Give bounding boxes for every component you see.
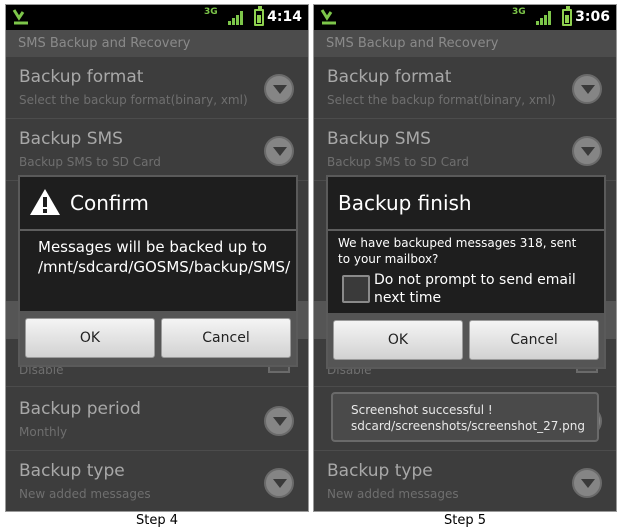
pref-backup-type[interactable]: Backup type New added messages — [6, 451, 308, 511]
pref-summary: New added messages — [19, 487, 151, 501]
pref-summary: New added messages — [327, 487, 459, 501]
pref-backup-format[interactable]: Backup format Select the backup format(b… — [6, 57, 308, 119]
pref-summary: Backup SMS to SD Card — [327, 155, 469, 169]
step-label: Step 5 — [443, 513, 486, 528]
pref-summary: Select the backup format(binary, xml) — [19, 93, 248, 107]
dialog-button-bar: OK Cancel — [20, 311, 296, 365]
app-title: SMS Backup and Recovery — [314, 30, 616, 57]
dialog-message: We have backuped messages 318, sent to y… — [338, 236, 577, 266]
ok-button[interactable]: OK — [333, 320, 463, 360]
chevron-down-icon[interactable] — [264, 406, 294, 436]
chevron-down-icon[interactable] — [572, 74, 602, 104]
battery-icon — [562, 6, 572, 26]
signal-icon — [536, 11, 551, 25]
toast-line-1: Screenshot successful ! — [351, 403, 493, 417]
network-type-label: 3G — [512, 7, 526, 17]
clock: 4:14 — [267, 9, 302, 25]
cancel-button[interactable]: Cancel — [469, 320, 599, 360]
dialog-message: Messages will be backed up to /mnt/sdcar… — [38, 238, 291, 276]
pref-title: Backup SMS — [327, 129, 431, 149]
pref-title: Backup SMS — [19, 129, 123, 149]
app-logo-icon — [320, 9, 336, 25]
pref-backup-format[interactable]: Backup format Select the backup format(b… — [314, 57, 616, 119]
dialog-button-bar: OK Cancel — [328, 313, 604, 367]
pref-summary: Backup SMS to SD Card — [19, 155, 161, 169]
status-bar: 3G 3:06 — [314, 5, 616, 30]
pref-backup-sms[interactable]: Backup SMS Backup SMS to SD Card — [314, 119, 616, 181]
backup-finish-dialog: Backup finish We have backuped messages … — [326, 175, 606, 369]
step-label: Step 4 — [135, 513, 178, 528]
chevron-down-icon[interactable] — [572, 468, 602, 498]
pref-summary: Monthly — [19, 425, 68, 439]
cancel-button[interactable]: Cancel — [161, 318, 291, 358]
network-type-label: 3G — [204, 7, 218, 17]
pref-title: Backup type — [19, 461, 125, 481]
chevron-down-icon[interactable] — [572, 136, 602, 166]
pref-backup-period[interactable]: Backup period Monthly — [6, 389, 308, 451]
pref-title: Backup format — [19, 67, 144, 87]
pref-title: Backup type — [327, 461, 433, 481]
checkbox-label: Do not prompt to send email next time — [374, 272, 576, 306]
pref-summary: Select the backup format(binary, xml) — [327, 93, 556, 107]
dialog-header: Confirm — [20, 177, 296, 231]
dialog-title: Confirm — [70, 191, 149, 215]
pref-backup-type[interactable]: Backup type New added messages — [314, 451, 616, 511]
clock: 3:06 — [575, 9, 610, 25]
phone-screen-step-4: 3G 4:14 SMS Backup and Recovery Backup f… — [5, 4, 309, 512]
ok-button[interactable]: OK — [25, 318, 155, 358]
pref-title: Backup period — [19, 399, 141, 419]
status-bar: 3G 4:14 — [6, 5, 308, 30]
do-not-prompt-checkbox[interactable] — [342, 275, 370, 303]
toast-line-2: sdcard/screenshots/screenshot_27.png — [351, 419, 586, 433]
dialog-title: Backup finish — [338, 191, 472, 215]
pref-backup-sms[interactable]: Backup SMS Backup SMS to SD Card — [6, 119, 308, 181]
dialog-header: Backup finish — [328, 177, 604, 231]
signal-icon — [228, 11, 243, 25]
warning-icon — [30, 189, 60, 215]
pref-title: Backup format — [327, 67, 452, 87]
app-title: SMS Backup and Recovery — [6, 30, 308, 57]
battery-icon — [254, 6, 264, 26]
chevron-down-icon[interactable] — [264, 136, 294, 166]
screenshot-toast: Screenshot successful ! sdcard/screensho… — [331, 392, 599, 442]
dialog-body: We have backuped messages 318, sent to y… — [328, 231, 604, 315]
chevron-down-icon[interactable] — [264, 74, 294, 104]
chevron-down-icon[interactable] — [264, 468, 294, 498]
phone-screen-step-5: 3G 3:06 SMS Backup and Recovery Backup f… — [313, 4, 617, 512]
app-logo-icon — [12, 9, 28, 25]
confirm-dialog: Confirm Messages will be backed up to /m… — [18, 175, 298, 367]
